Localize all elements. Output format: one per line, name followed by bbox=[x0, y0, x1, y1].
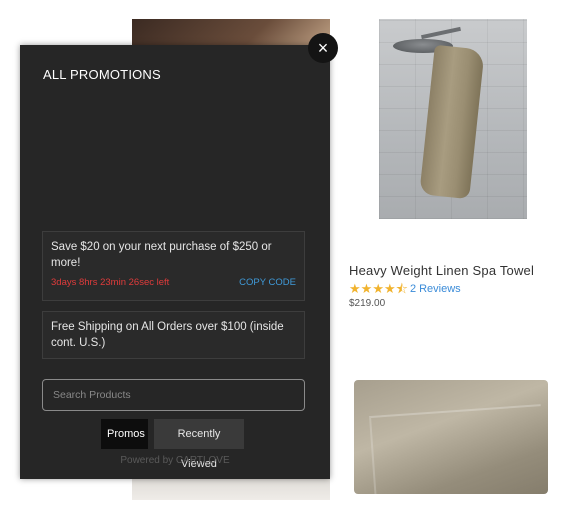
promo-countdown: 3days 8hrs 23min 26sec left bbox=[51, 277, 170, 288]
star-icon: ★ bbox=[372, 281, 384, 296]
promotions-modal: ALL PROMOTIONS Save $20 on your next pur… bbox=[20, 45, 330, 479]
star-icon: ★ bbox=[349, 281, 361, 296]
half-star-icon: ⯪ bbox=[395, 281, 408, 296]
product-image-folded-towel[interactable] bbox=[354, 380, 548, 494]
hanging-towel-graphic bbox=[419, 44, 485, 200]
product-image-shower-towel[interactable] bbox=[379, 19, 527, 219]
towel-fold-graphic bbox=[369, 404, 547, 494]
promo-card: Free Shipping on All Orders over $100 (i… bbox=[42, 311, 305, 359]
page: Heavy Weight Linen Spa Towel ★ ★ ★ ★ ⯪ 2… bbox=[0, 0, 582, 513]
tab-recently-viewed[interactable]: Recently Viewed bbox=[154, 419, 244, 470]
star-icon: ★ bbox=[383, 281, 396, 296]
close-icon[interactable]: × bbox=[308, 33, 338, 63]
modal-tabs: Promos Recently Viewed bbox=[101, 419, 244, 470]
promo-footer: 3days 8hrs 23min 26sec left COPY CODE bbox=[51, 277, 296, 288]
promo-card: Save $20 on your next purchase of $250 o… bbox=[42, 231, 305, 301]
search-products-input[interactable] bbox=[42, 379, 305, 411]
shower-arm-graphic bbox=[421, 26, 461, 40]
promo-text: Save $20 on your next purchase of $250 o… bbox=[51, 241, 272, 269]
product-title[interactable]: Heavy Weight Linen Spa Towel bbox=[349, 263, 534, 278]
copy-code-button[interactable]: COPY CODE bbox=[239, 277, 296, 288]
star-icon: ★ bbox=[360, 281, 373, 296]
powered-by-text: Powered by CARTLOVE bbox=[120, 455, 230, 466]
promo-text: Free Shipping on All Orders over $100 (i… bbox=[51, 321, 284, 349]
product-price: $219.00 bbox=[349, 298, 386, 309]
product-rating: ★ ★ ★ ★ ⯪ 2 Reviews bbox=[349, 282, 461, 296]
tab-promos[interactable]: Promos bbox=[101, 419, 148, 449]
reviews-link[interactable]: 2 Reviews bbox=[410, 283, 461, 295]
modal-title: ALL PROMOTIONS bbox=[43, 67, 161, 82]
